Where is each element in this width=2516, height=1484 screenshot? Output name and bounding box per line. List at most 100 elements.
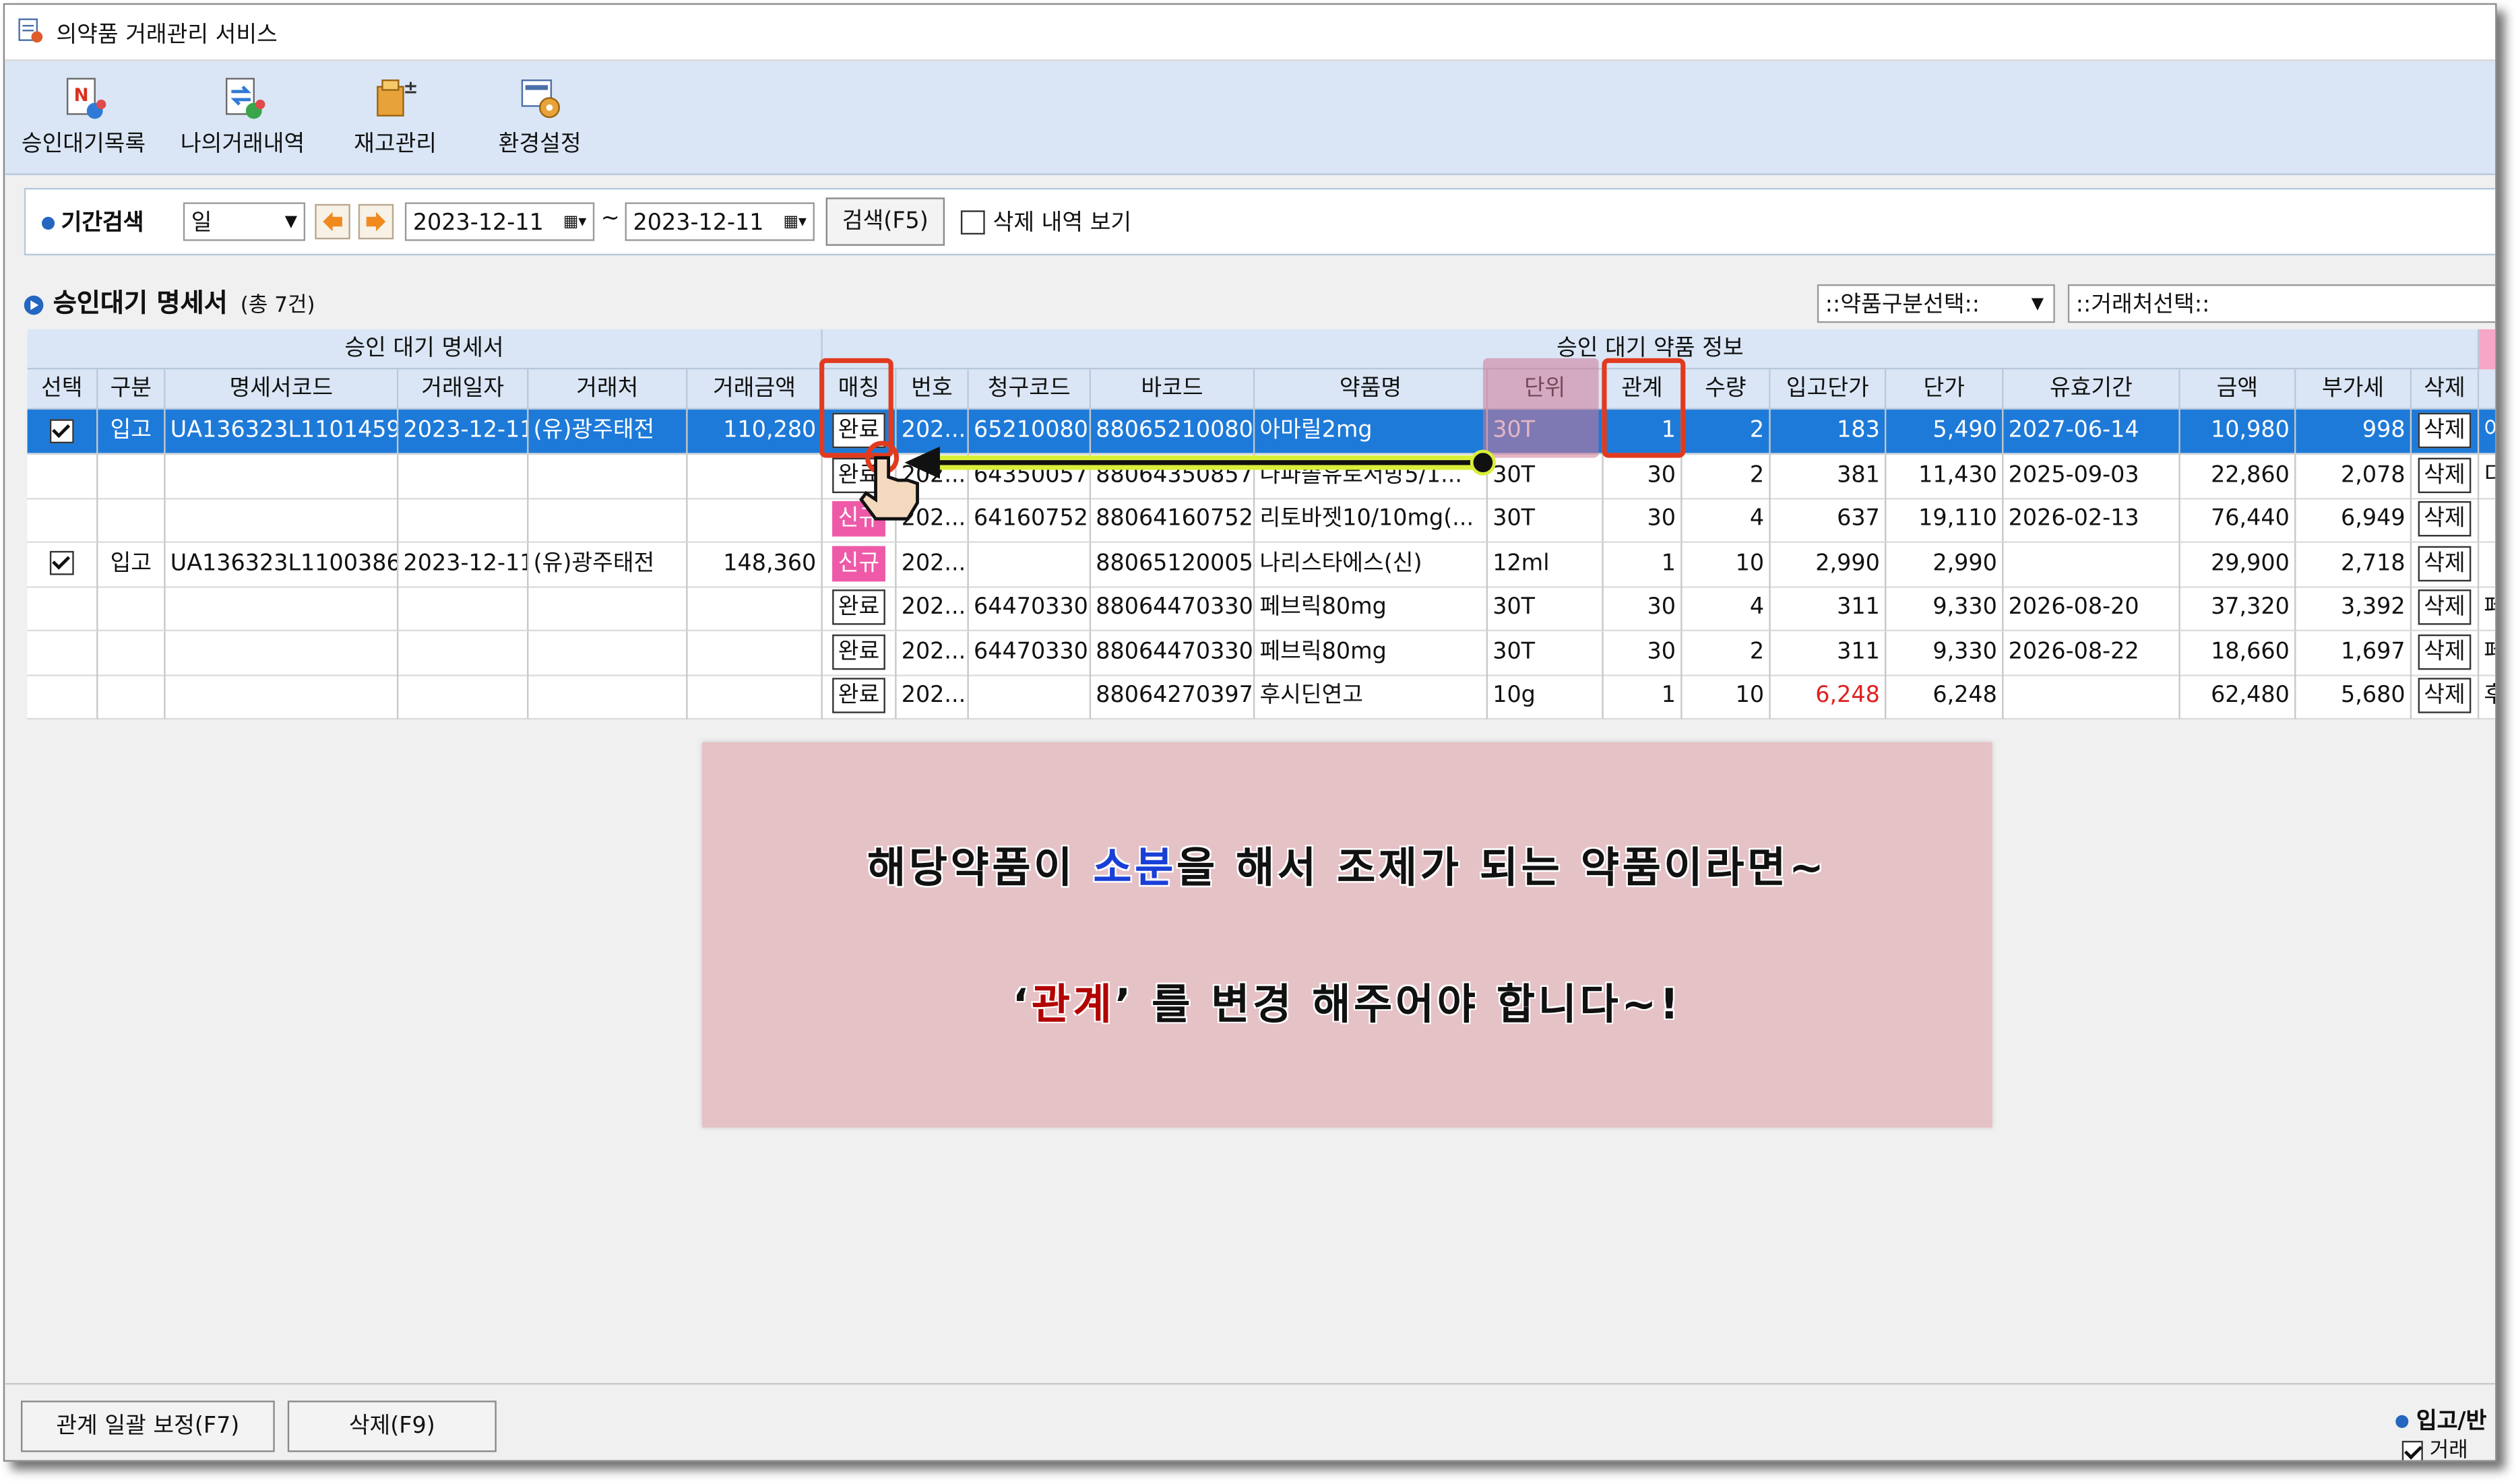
table-row[interactable]: 완료 202... 6447033008806447033067페브릭80mg 30T… bbox=[27, 586, 2496, 632]
cell-code: UA136323L1101459 bbox=[165, 410, 399, 455]
cell-value: 202... bbox=[901, 638, 966, 664]
cell-sel[interactable] bbox=[27, 410, 98, 455]
cell-del[interactable]: 삭제 bbox=[2412, 453, 2480, 499]
cell-sel[interactable] bbox=[27, 586, 98, 632]
row-delete-button[interactable]: 삭제 bbox=[2417, 412, 2472, 449]
period-unit-select[interactable]: 일 ▼ bbox=[183, 202, 306, 241]
date-to-input[interactable]: 2023-12-11 ▦▾ bbox=[625, 202, 815, 243]
bullet-icon bbox=[41, 216, 55, 230]
cell-sel[interactable] bbox=[27, 542, 98, 587]
batch-relation-fix-button[interactable]: 관계 일괄 보정(F7) bbox=[20, 1400, 275, 1452]
cell-value: 30 bbox=[1647, 594, 1676, 620]
cell-match[interactable]: 완료 bbox=[822, 630, 897, 676]
row-delete-button[interactable]: 삭제 bbox=[2417, 545, 2472, 581]
column-header[interactable]: 거래금액 bbox=[687, 369, 823, 410]
cell-match[interactable]: 신규 bbox=[822, 542, 897, 587]
next-period-button[interactable] bbox=[358, 203, 394, 240]
cell-vendor bbox=[528, 630, 688, 676]
cell-claim: 644703300 bbox=[968, 630, 1092, 676]
cell-value: 2025-09-03 bbox=[2008, 461, 2139, 488]
cell-rel[interactable]: 1 bbox=[1603, 674, 1682, 720]
row-delete-button[interactable]: 삭제 bbox=[2417, 589, 2472, 625]
cell-price: 6,248 bbox=[1886, 674, 2004, 720]
cell-del[interactable]: 삭제 bbox=[2412, 586, 2480, 632]
cell-del[interactable]: 삭제 bbox=[2412, 498, 2480, 543]
cell-del[interactable]: 삭제 bbox=[2412, 410, 2480, 455]
cell-in_price: 311 bbox=[1770, 586, 1887, 632]
calendar-icon[interactable]: ▦▾ bbox=[563, 204, 587, 243]
cell-match[interactable]: 완료 bbox=[822, 674, 897, 720]
cell-value: UA136323L1100386 bbox=[170, 550, 399, 576]
cell-del[interactable]: 삭제 bbox=[2412, 630, 2480, 676]
row-delete-button[interactable]: 삭제 bbox=[2417, 633, 2472, 670]
column-header[interactable]: 번호 bbox=[896, 369, 969, 410]
column-header[interactable]: 청구코드 bbox=[968, 369, 1092, 410]
cell-vendor bbox=[528, 453, 688, 499]
toolbar-settings[interactable]: 환경설정 bbox=[484, 74, 596, 170]
cell-date: 2023-12-11 bbox=[398, 410, 529, 455]
cell-rel[interactable]: 30 bbox=[1603, 630, 1682, 676]
match-status-tag[interactable]: 완료 bbox=[831, 589, 886, 625]
table-row[interactable]: 입고 UA136323L1100386 2023-12-11 (유)광주태전 148,3… bbox=[27, 542, 2496, 587]
callout-line-1: 해당약품이 소분을 해서 조제가 되는 약품이라면~ bbox=[702, 835, 1992, 895]
row-select-checkbox[interactable] bbox=[49, 418, 74, 443]
cell-value: 2 bbox=[1749, 417, 1765, 444]
table-row[interactable]: 완료 202... 8806427039720후시딘연고 10g 1 10 6,248 6,2… bbox=[27, 674, 2496, 720]
column-header[interactable]: 금액 bbox=[2180, 369, 2296, 410]
cell-value: 2023-12-11 bbox=[403, 550, 529, 576]
column-header[interactable]: 선택 bbox=[27, 369, 98, 410]
cell-del[interactable]: 삭제 bbox=[2412, 674, 2480, 720]
match-status-tag[interactable]: 완료 bbox=[831, 678, 886, 713]
column-header[interactable]: 유효기간 bbox=[2003, 369, 2180, 410]
cell-value: 29,900 bbox=[2211, 550, 2290, 576]
cell-value: (유)광주태전 bbox=[533, 417, 655, 444]
show-deleted-checkbox[interactable] bbox=[960, 210, 985, 235]
cell-match[interactable]: 완료 bbox=[822, 586, 897, 632]
column-header[interactable]: 수량 bbox=[1682, 369, 1771, 410]
column-header[interactable]: 거래처 bbox=[528, 369, 688, 410]
row-delete-button[interactable]: 삭제 bbox=[2417, 678, 2472, 713]
cell-del[interactable]: 삭제 bbox=[2412, 542, 2480, 587]
cell-rel[interactable]: 30 bbox=[1603, 498, 1682, 543]
search-button[interactable]: 검색(F5) bbox=[825, 197, 945, 246]
row-delete-button[interactable]: 삭제 bbox=[2417, 501, 2472, 537]
toolbar-inventory[interactable]: ± 재고관리 bbox=[339, 74, 451, 170]
cell-sel[interactable] bbox=[27, 453, 98, 499]
cell-sel[interactable] bbox=[27, 498, 98, 543]
column-header[interactable]: 단가 bbox=[1886, 369, 2004, 410]
calendar-icon[interactable]: ▦▾ bbox=[784, 204, 807, 243]
column-header bbox=[2479, 369, 2496, 410]
toolbar-pending-list[interactable]: N 승인대기목록 bbox=[11, 74, 156, 170]
cell-claim bbox=[968, 542, 1092, 587]
column-header[interactable]: 거래일자 bbox=[398, 369, 529, 410]
legend-checkbox[interactable] bbox=[2401, 1440, 2423, 1460]
column-header[interactable]: 삭제 bbox=[2412, 369, 2480, 410]
cell-rel[interactable]: 1 bbox=[1603, 542, 1682, 587]
table-row[interactable]: 완료 202... 6447033008806447033067페브릭80mg 30T… bbox=[27, 630, 2496, 676]
delete-button[interactable]: 삭제(F9) bbox=[287, 1400, 497, 1452]
cell-type: 입고 bbox=[98, 542, 166, 587]
match-status-tag[interactable]: 신규 bbox=[831, 545, 886, 581]
cell-rel[interactable]: 30 bbox=[1603, 453, 1682, 499]
cell-unit: 30T bbox=[1488, 630, 1604, 676]
cell-sel[interactable] bbox=[27, 630, 98, 676]
cell-sel[interactable] bbox=[27, 674, 98, 720]
column-header[interactable]: 입고단가 bbox=[1770, 369, 1887, 410]
toolbar-my-transactions[interactable]: 나의거래내역 bbox=[168, 74, 316, 170]
drug-category-select[interactable]: ::약품구분선택:: ▼ bbox=[1817, 284, 2055, 323]
column-header[interactable]: 부가세 bbox=[2296, 369, 2412, 410]
cell-value: 1 bbox=[1661, 550, 1676, 576]
row-delete-button[interactable]: 삭제 bbox=[2417, 457, 2472, 492]
cell-rel[interactable]: 30 bbox=[1603, 586, 1682, 632]
column-header[interactable]: 바코드 bbox=[1091, 369, 1255, 410]
match-status-tag[interactable]: 완료 bbox=[831, 633, 886, 670]
prev-period-button[interactable] bbox=[315, 203, 350, 240]
column-header[interactable]: 약품명 bbox=[1255, 369, 1488, 410]
column-header[interactable]: 구분 bbox=[98, 369, 166, 410]
row-select-checkbox[interactable] bbox=[49, 550, 74, 575]
relation-column-highlight bbox=[1602, 358, 1686, 458]
column-header[interactable]: 명세서코드 bbox=[165, 369, 399, 410]
vendor-select[interactable]: ::거래처선택:: bbox=[2067, 284, 2496, 323]
cell-unit: 30T bbox=[1488, 586, 1604, 632]
date-from-input[interactable]: 2023-12-11 ▦▾ bbox=[404, 202, 595, 243]
